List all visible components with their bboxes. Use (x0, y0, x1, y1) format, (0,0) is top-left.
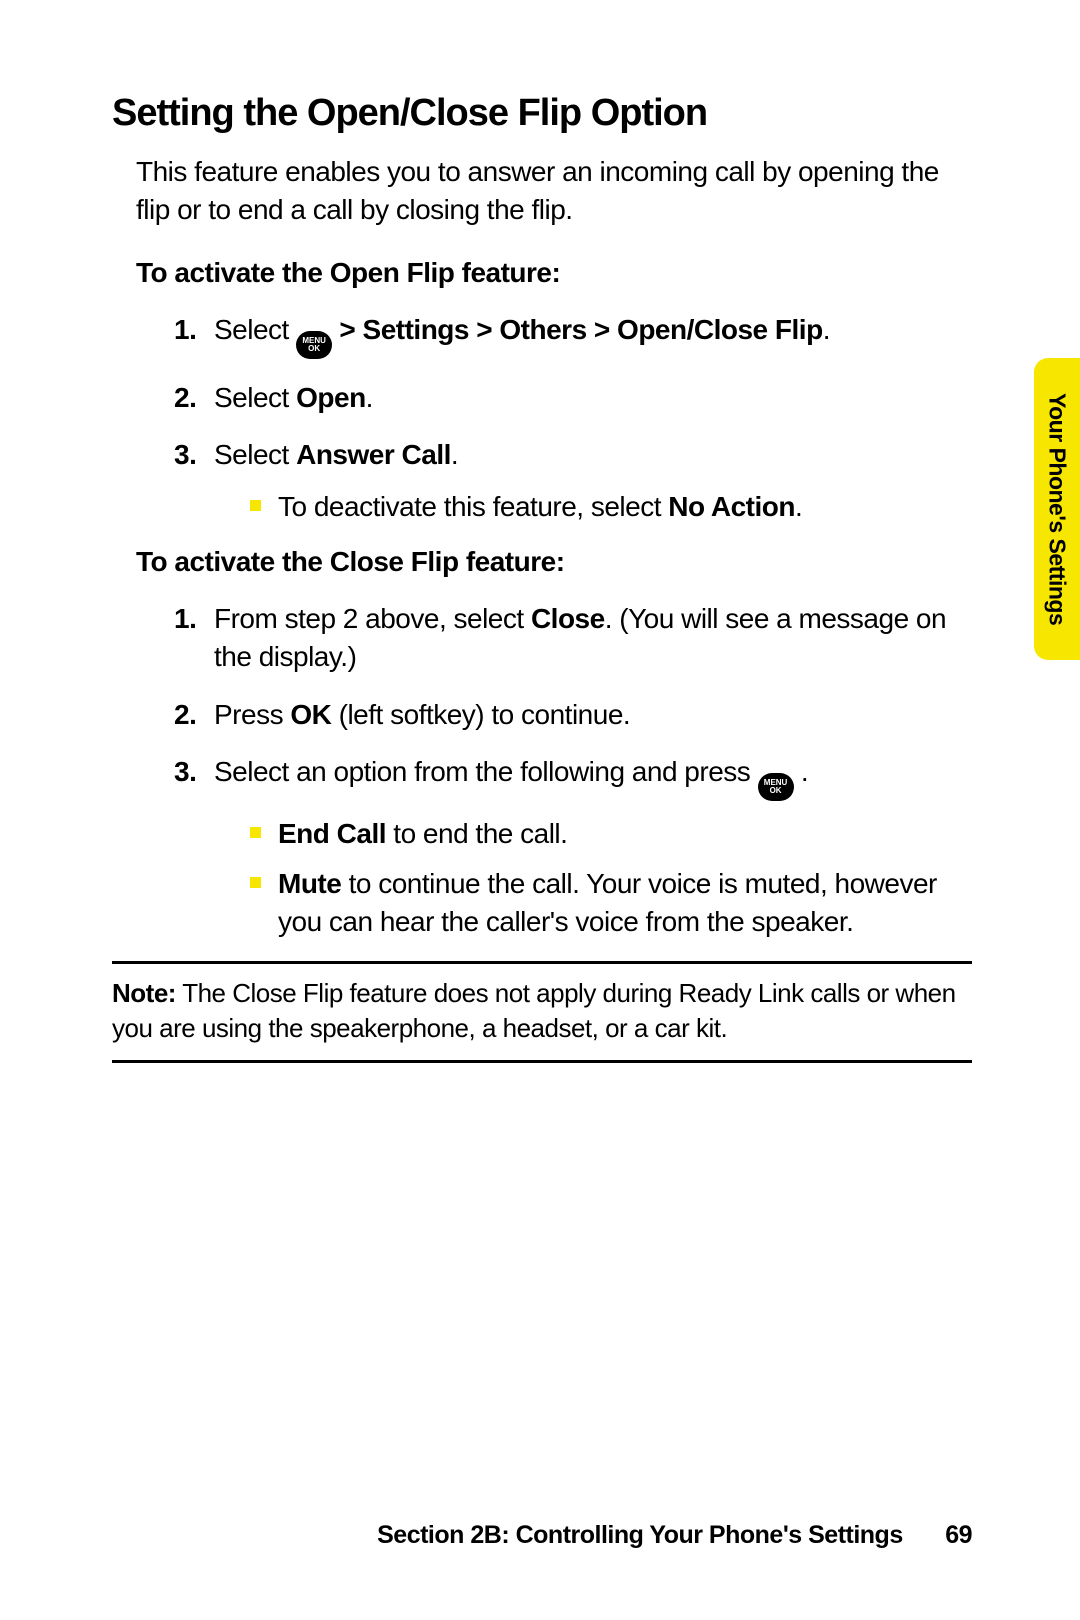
page-heading: Setting the Open/Close Flip Option (112, 92, 972, 135)
step-number: 1. (174, 600, 196, 638)
sub-bullet-item: To deactivate this feature, select No Ac… (250, 488, 972, 526)
side-tab-label: Your Phone's Settings (1044, 393, 1071, 625)
sub-bullet-list: To deactivate this feature, select No Ac… (214, 488, 972, 526)
note-block: Note: The Close Flip feature does not ap… (112, 961, 972, 1063)
step-item: 2. Select Open. (174, 379, 972, 417)
sub-bullet-item: Mute to continue the call. Your voice is… (250, 865, 972, 941)
side-tab: Your Phone's Settings (1034, 358, 1080, 660)
step-number: 2. (174, 696, 196, 734)
menu-ok-icon: MENUOK (758, 773, 794, 801)
step-text: Select (214, 314, 296, 345)
intro-paragraph: This feature enables you to answer an in… (112, 153, 972, 229)
step-number: 1. (174, 311, 196, 349)
step-number: 3. (174, 436, 196, 474)
step-item: 2. Press OK (left softkey) to continue. (174, 696, 972, 734)
note-body: The Close Flip feature does not apply du… (112, 978, 956, 1043)
page-content: Setting the Open/Close Flip Option This … (0, 0, 1080, 1063)
step-number: 3. (174, 753, 196, 791)
subhead-close-flip: To activate the Close Flip feature: (112, 546, 972, 578)
steps-close-flip: 1. From step 2 above, select Close. (You… (112, 600, 972, 941)
page-number: 69 (945, 1521, 972, 1549)
sub-bullet-list: End Call to end the call. Mute to contin… (214, 815, 972, 940)
step-number: 2. (174, 379, 196, 417)
footer-section: Section 2B: Controlling Your Phone's Set… (377, 1521, 903, 1549)
step-item: 1. From step 2 above, select Close. (You… (174, 600, 972, 676)
note-label: Note: (112, 978, 176, 1008)
page-footer: Section 2B: Controlling Your Phone's Set… (377, 1521, 972, 1550)
step-item: 3. Select an option from the following a… (174, 753, 972, 940)
step-item: 3. Select Answer Call. To deactivate thi… (174, 436, 972, 526)
step-text-bold: > Settings > Others > Open/Close Flip (339, 314, 822, 345)
menu-ok-icon: MENUOK (296, 331, 332, 359)
step-item: 1. Select MENUOK > Settings > Others > O… (174, 311, 972, 359)
steps-open-flip: 1. Select MENUOK > Settings > Others > O… (112, 311, 972, 526)
sub-bullet-item: End Call to end the call. (250, 815, 972, 853)
subhead-open-flip: To activate the Open Flip feature: (112, 257, 972, 289)
